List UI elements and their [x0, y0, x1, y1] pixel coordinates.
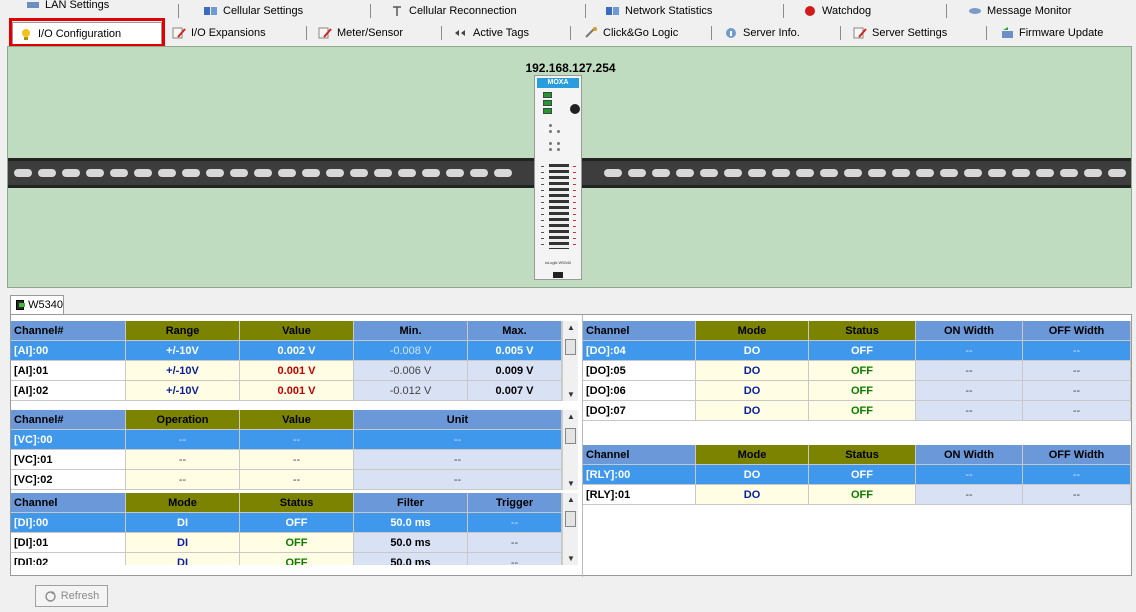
tab-watchdog[interactable]: Watchdog [803, 2, 871, 20]
tab-network-statistics[interactable]: Network Statistics [606, 2, 712, 20]
vc-table-header: Channel# Operation Value Unit [11, 410, 562, 430]
di-table-scrollbar[interactable]: ▲ ▼ [562, 493, 578, 565]
pencil-icon [318, 27, 332, 39]
pencil-icon [172, 27, 186, 39]
tab-io-expansions[interactable]: I/O Expansions [172, 24, 266, 42]
table-row[interactable]: [VC]:01 -- -- -- [11, 450, 562, 470]
rly-table-header: Channel Mode Status ON Width OFF Width [583, 445, 1131, 465]
device-module-image[interactable]: MOXA ioLogik W5340 [534, 75, 582, 280]
table-row[interactable]: [DO]:05 DO OFF -- -- [583, 361, 1131, 381]
active-tab-highlight [9, 18, 165, 47]
table-row[interactable]: [AI]:00 +/-10V 0.002 V -0.008 V 0.005 V [11, 341, 562, 361]
pencil-icon [853, 27, 867, 39]
tab-w5340[interactable]: W5340 [10, 295, 64, 314]
network-statistics-icon [606, 7, 619, 15]
active-tags-icon [455, 30, 465, 36]
ai-table: Channel# Range Value Min. Max. [AI]:00 +… [11, 321, 582, 401]
cellular-settings-icon [204, 7, 217, 15]
vc-table-scrollbar[interactable]: ▲ ▼ [562, 410, 578, 490]
tab-meter-sensor[interactable]: Meter/Sensor [318, 24, 403, 42]
table-row[interactable]: [DO]:04 DO OFF -- -- [583, 341, 1131, 361]
ai-table-header: Channel# Range Value Min. Max. [11, 321, 562, 341]
table-row[interactable]: [DO]:07 DO OFF -- -- [583, 401, 1131, 421]
message-monitor-icon [969, 8, 981, 14]
tab-active-tags[interactable]: Active Tags [454, 24, 529, 42]
tab-row-2: I/O Configuration I/O Expansions Meter/S… [0, 22, 1136, 44]
terminal-block [549, 164, 569, 249]
firmware-update-icon [1002, 27, 1013, 38]
table-row[interactable]: [DI]:02 DI OFF 50.0 ms -- [11, 553, 562, 565]
tab-click-go-logic[interactable]: Click&Go Logic [584, 24, 678, 42]
monitor-icon [16, 300, 26, 310]
tab-cellular-reconnection[interactable]: Cellular Reconnection [390, 2, 517, 20]
device-ip-address: 192.168.127.254 [525, 61, 616, 75]
refresh-button[interactable]: Refresh [35, 585, 108, 607]
tab-message-monitor[interactable]: Message Monitor [968, 2, 1071, 20]
tab-cellular-settings[interactable]: Cellular Settings [204, 2, 303, 20]
module-model-label: ioLogik W5340 [544, 260, 572, 265]
di-table-header: Channel Mode Status Filter Trigger [11, 493, 562, 513]
tab-row-1: LAN Settings Cellular Settings Cellular … [0, 0, 1136, 20]
moxa-logo: MOXA [537, 78, 579, 88]
tab-lan-settings[interactable]: LAN Settings [26, 0, 109, 14]
watchdog-icon [805, 6, 815, 16]
tab-firmware-update[interactable]: Firmware Update [1000, 24, 1103, 42]
table-row[interactable]: [DI]:00 DI OFF 50.0 ms -- [11, 513, 562, 533]
antenna-port-icon [570, 104, 580, 114]
table-row[interactable]: [VC]:00 -- -- -- [11, 430, 562, 450]
table-row[interactable]: [RLY]:01 DO OFF -- -- [583, 485, 1131, 505]
ai-table-scrollbar[interactable]: ▲ ▼ [562, 321, 578, 401]
table-row[interactable]: [DO]:06 DO OFF -- -- [583, 381, 1131, 401]
device-panel: 192.168.127.254 MOXA ioLogik W5340 [7, 46, 1132, 288]
refresh-icon [45, 590, 56, 602]
vc-table: Channel# Operation Value Unit [VC]:00 --… [11, 410, 582, 490]
di-table: Channel Mode Status Filter Trigger [DI]:… [11, 493, 582, 565]
table-row[interactable]: [AI]:02 +/-10V 0.001 V -0.012 V 0.007 V [11, 381, 562, 401]
server-info-icon [726, 28, 736, 38]
table-row[interactable]: [RLY]:00 DO OFF -- -- [583, 465, 1131, 485]
io-tables-area: Channel# Range Value Min. Max. [AI]:00 +… [10, 314, 1132, 577]
lan-settings-icon [27, 2, 39, 8]
rly-table: Channel Mode Status ON Width OFF Width [… [583, 445, 1131, 505]
do-table-header: Channel Mode Status ON Width OFF Width [583, 321, 1131, 341]
click-go-icon [585, 27, 597, 38]
table-row[interactable]: [AI]:01 +/-10V 0.001 V -0.006 V 0.009 V [11, 361, 562, 381]
tab-server-settings[interactable]: Server Settings [853, 24, 947, 42]
tab-server-info[interactable]: Server Info. [724, 24, 800, 42]
do-table: Channel Mode Status ON Width OFF Width [… [583, 321, 1131, 421]
table-row[interactable]: [DI]:01 DI OFF 50.0 ms -- [11, 533, 562, 553]
table-row[interactable]: [VC]:02 -- -- -- [11, 470, 562, 490]
cellular-reconnection-icon [393, 6, 401, 16]
